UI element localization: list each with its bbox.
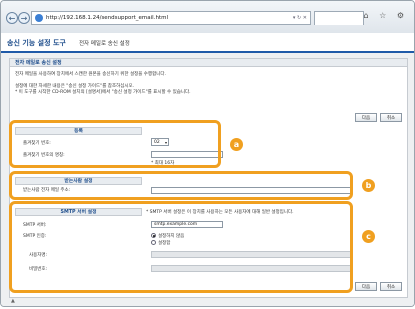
app-header: 송신 기능 설정 도구 전자 메일로 송신 설정 [1,33,414,53]
callout-box-c [9,201,353,293]
next-button-bottom[interactable]: 다음 [355,282,377,291]
browser-logo-icon [35,14,43,22]
forward-icon: → [20,14,28,23]
panel-cdrom-note: * 이 도구를 시작한 CD-ROM 설치의 [설명서]에서 "송신 설정 가이… [15,90,191,95]
app-title: 송신 기능 설정 도구 [7,39,66,47]
address-buttons[interactable]: ▾ ↻ ✕ [293,12,307,24]
panel-title: 전자 메일로 송신 설정 [10,59,407,67]
cancel-button-top[interactable]: 취소 [380,113,402,122]
forward-button[interactable]: → [18,12,30,24]
browser-toolbar: ← → http://192.168.1.24/sendsupport_emai… [1,1,414,33]
callout-box-b [9,171,353,200]
browser-window: ← → http://192.168.1.24/sendsupport_emai… [0,0,415,307]
badge-a: a [230,138,243,151]
address-url: http://192.168.1.24/sendsupport_email.ht… [46,15,168,21]
page-top-link[interactable]: ▲ [11,298,15,304]
panel-description: 전자 메일을 사용하여 장치에서 스캔한 원본을 송신하기 위한 설정을 수행합… [15,72,166,77]
app-subtitle: 전자 메일로 송신 설정 [79,41,130,47]
cancel-button-bottom[interactable]: 취소 [380,282,402,291]
back-button[interactable]: ← [6,12,18,24]
next-button-top[interactable]: 다음 [355,113,377,122]
badge-b: b [362,179,375,192]
browser-tab[interactable] [314,11,364,25]
address-bar[interactable]: http://192.168.1.24/sendsupport_email.ht… [31,11,311,25]
badge-c: c [362,230,375,243]
window-icons[interactable]: ⌂ ☆ ⚙ [363,11,408,20]
back-icon: ← [8,14,16,23]
callout-box-a [9,120,221,168]
